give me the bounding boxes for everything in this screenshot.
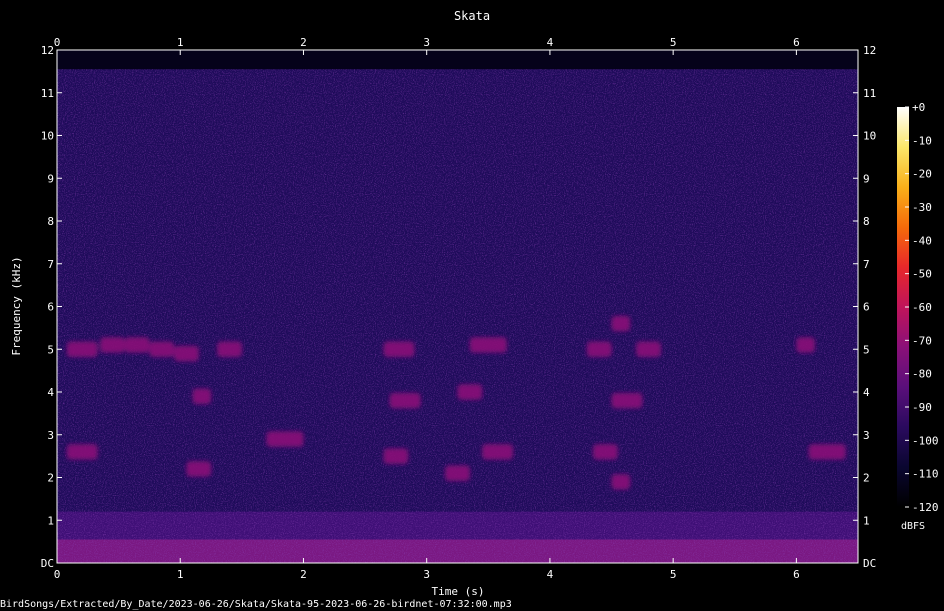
chart-title: Skata	[454, 9, 490, 23]
colorbar-tick-label: -50	[912, 268, 932, 281]
y-tick-label-right: DC	[863, 557, 876, 570]
call-mark	[174, 345, 199, 362]
colorbar: +0 -10 -20 -30 -40 -50 -60 -70 -80 -90 -100 -110 -12…	[897, 101, 939, 532]
call-mark	[149, 341, 175, 357]
call-mark	[383, 341, 415, 357]
y-tick-label-left: 3	[47, 429, 54, 442]
y-tick-label-left: 12	[41, 44, 54, 57]
call-mark	[808, 444, 846, 460]
y-tick-label-right: 12	[863, 44, 876, 57]
x-tick-label-bottom: 5	[670, 568, 677, 581]
call-mark	[457, 384, 483, 400]
y-tick-label-right: 2	[863, 472, 870, 485]
x-axis-label: Time (s)	[432, 585, 485, 598]
colorbar-tick-label: -70	[912, 334, 932, 347]
y-tick-label-left: 2	[47, 472, 54, 485]
x-tick-label-top: 5	[670, 36, 677, 49]
colorbar-tick-label: -120	[912, 501, 939, 514]
call-mark	[469, 337, 507, 353]
y-tick-label-right: 4	[863, 386, 870, 399]
colorbar-tick-label: -90	[912, 401, 932, 414]
plot-area	[56, 49, 859, 564]
y-tick-label-right: 10	[863, 130, 876, 143]
x-tick-label-top: 2	[300, 36, 307, 49]
x-tick-label-top: 6	[793, 36, 800, 49]
colorbar-label: dBFS	[901, 521, 925, 532]
y-tick-label-right: 8	[863, 215, 870, 228]
call-mark	[383, 448, 409, 464]
y-tick-label-left: 8	[47, 215, 54, 228]
y-tick-label-right: 7	[863, 258, 870, 271]
colorbar-tick-label: -100	[912, 434, 939, 447]
y-tick-label-right: 11	[863, 87, 876, 100]
call-mark	[66, 444, 98, 460]
call-mark	[611, 474, 631, 490]
noise-texture	[57, 69, 858, 564]
call-mark	[66, 341, 98, 357]
y-tick-label-left: 5	[47, 343, 54, 356]
call-mark	[389, 392, 421, 409]
colorbar-tick-label: -60	[912, 301, 932, 314]
x-tick-label-top: 3	[423, 36, 430, 49]
x-tick-label-bottom: 6	[793, 568, 800, 581]
call-mark	[192, 388, 212, 404]
x-tick-label-top: 4	[547, 36, 554, 49]
plot-high-freq-region	[57, 50, 858, 70]
call-mark	[482, 444, 513, 460]
call-mark	[796, 337, 815, 353]
colorbar-tick-label: -80	[912, 368, 932, 381]
x-tick-label-bottom: 2	[300, 568, 307, 581]
y-tick-label-right: 5	[863, 343, 870, 356]
file-path-footer: BirdSongs/Extracted/By_Date/2023-06-26/S…	[0, 599, 512, 610]
colorbar-tick-label: -30	[912, 201, 932, 214]
call-mark	[636, 341, 661, 357]
y-tick-label-left: DC	[41, 557, 54, 570]
x-tick-label-bottom: 3	[423, 568, 430, 581]
y-tick-label-left: 9	[47, 172, 54, 185]
y-tick-label-left: 10	[41, 130, 54, 143]
call-mark	[100, 337, 125, 353]
call-mark	[611, 315, 631, 332]
spectrogram-chart: Skata 0123456 0123456 DC123456789101112 …	[0, 9, 939, 610]
y-tick-label-right: 6	[863, 301, 870, 314]
y-tick-label-right: 9	[863, 172, 870, 185]
y-tick-label-right: 1	[863, 514, 870, 527]
y-tick-label-left: 7	[47, 258, 54, 271]
call-mark	[445, 465, 470, 481]
colorbar-tick-label: -40	[912, 234, 932, 247]
y-tick-label-left: 4	[47, 386, 54, 399]
call-mark	[586, 341, 612, 357]
colorbar-ticks: +0 -10 -20 -30 -40 -50 -60 -70 -80 -90 -100 -110 -12…	[905, 101, 939, 514]
x-tick-label-top: 0	[54, 36, 61, 49]
x-tick-label-bottom: 1	[177, 568, 184, 581]
y-tick-label-left: 6	[47, 301, 54, 314]
x-tick-label-bottom: 4	[547, 568, 554, 581]
colorbar-tick-label: +0	[912, 101, 925, 114]
colorbar-tick-label: -20	[912, 168, 932, 181]
call-mark	[611, 392, 643, 409]
call-mark	[593, 444, 618, 460]
call-mark	[124, 337, 150, 353]
call-mark	[217, 341, 242, 357]
call-mark	[266, 431, 304, 447]
colorbar-tick-label: -10	[912, 134, 932, 147]
x-tick-label-bottom: 0	[54, 568, 61, 581]
colorbar-tick-label: -110	[912, 468, 939, 481]
y-tick-label-left: 1	[47, 514, 54, 527]
y-axis-label: Frequency (kHz)	[10, 256, 23, 355]
x-tick-label-top: 1	[177, 36, 184, 49]
y-tick-label-right: 3	[863, 429, 870, 442]
y-tick-label-left: 11	[41, 87, 54, 100]
call-mark	[186, 461, 212, 477]
